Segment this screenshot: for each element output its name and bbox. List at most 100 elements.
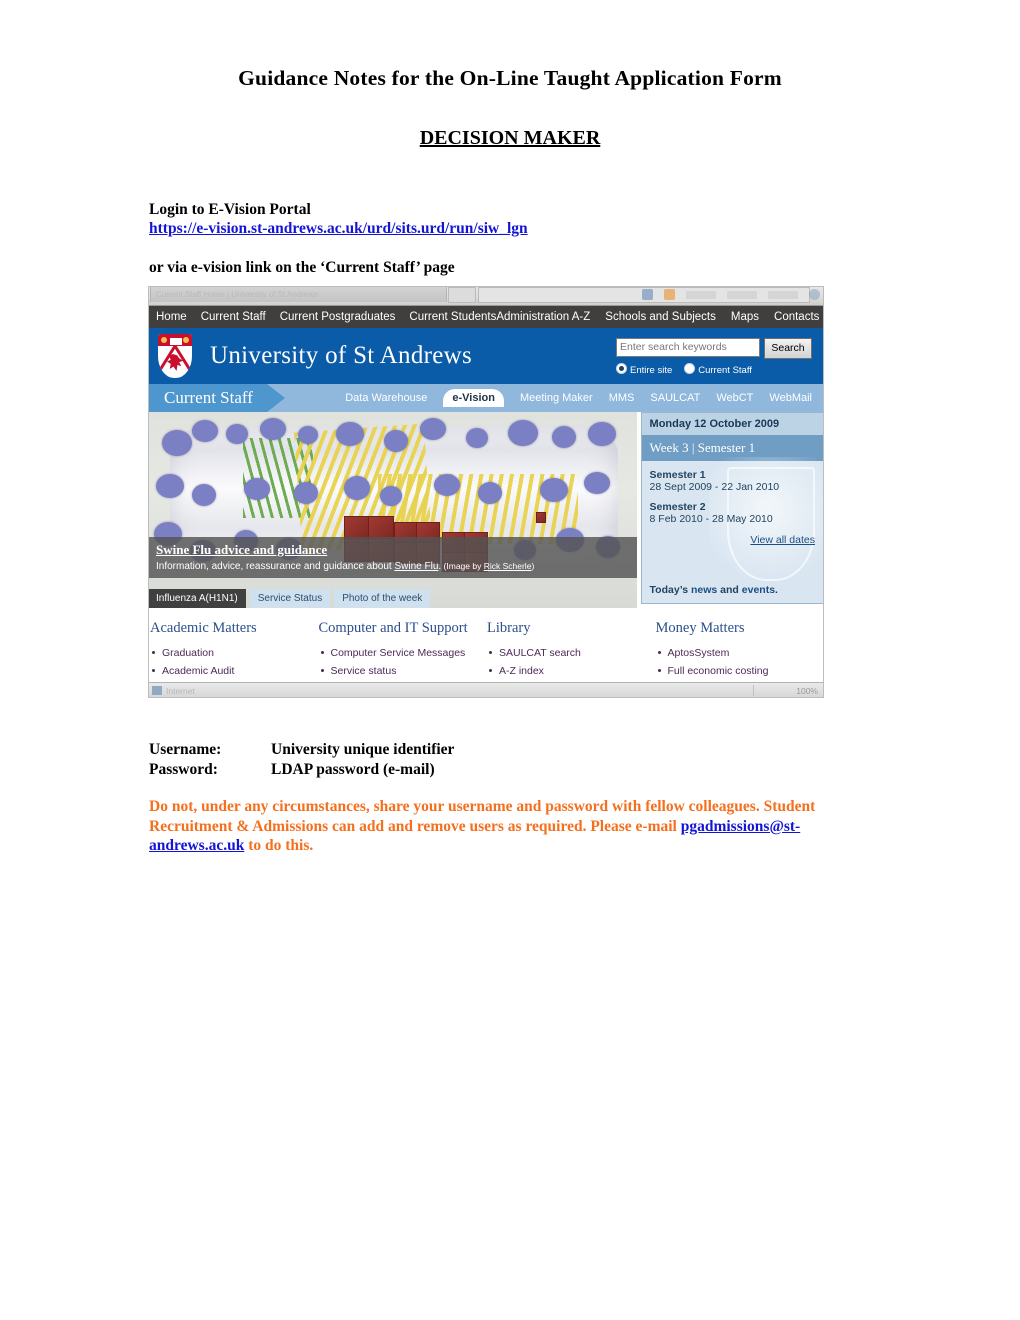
service-link-mms[interactable]: MMS bbox=[609, 392, 635, 404]
current-staff-bar: Current Staff Data Warehouse e-Vision Me… bbox=[148, 384, 824, 412]
credential-row-username: Username: University unique identifier bbox=[149, 740, 454, 760]
credentials-block: Username: University unique identifier P… bbox=[149, 740, 454, 780]
view-all-dates-row: View all dates bbox=[642, 525, 823, 546]
list-item[interactable]: Academic Audit bbox=[150, 665, 319, 677]
search-button[interactable]: Search bbox=[764, 338, 812, 359]
credential-row-password: Password: LDAP password (e-mail) bbox=[149, 760, 454, 780]
university-crest-icon bbox=[158, 334, 192, 378]
red-cube bbox=[536, 512, 546, 523]
nav-item-maps[interactable]: Maps bbox=[731, 311, 759, 323]
help-icon[interactable] bbox=[809, 289, 820, 300]
molecule-blob bbox=[384, 430, 408, 452]
nav-item-administration-a-z[interactable]: Administration A-Z bbox=[496, 311, 590, 323]
molecule-blob bbox=[552, 426, 576, 448]
current-date: Monday 12 October 2009 bbox=[641, 413, 823, 435]
dates-panel: Monday 12 October 2009 Week 3 | Semester… bbox=[640, 412, 824, 604]
events-link[interactable]: events bbox=[742, 584, 775, 596]
hero-credit-before: (Image by bbox=[441, 561, 484, 571]
username-label: Username: bbox=[149, 741, 222, 758]
semester-1-range: 28 Sept 2009 - 22 Jan 2010 bbox=[649, 481, 780, 493]
service-link-webct[interactable]: WebCT bbox=[716, 392, 753, 404]
username-value: University unique identifier bbox=[271, 741, 455, 758]
scope-entire-site[interactable]: Entire site bbox=[616, 363, 672, 376]
molecule-blob bbox=[162, 430, 192, 456]
nav-item-current-staff[interactable]: Current Staff bbox=[201, 311, 266, 323]
hero-tab-influenza[interactable]: Influenza A(H1N1) bbox=[148, 589, 246, 608]
warning-line-1: Do not, under any circumstances, share y… bbox=[149, 798, 760, 815]
search-input[interactable]: Enter search keywords bbox=[616, 338, 760, 357]
list-item[interactable]: Full economic costing bbox=[656, 665, 825, 677]
safety-menu-icon[interactable] bbox=[727, 290, 757, 299]
molecule-blob bbox=[478, 482, 502, 504]
site-masthead: University of St Andrews Enter search ke… bbox=[148, 328, 824, 384]
list-item[interactable]: Graduation bbox=[150, 647, 319, 659]
list-item[interactable]: A-Z index bbox=[487, 665, 656, 677]
hero-headline[interactable]: Swine Flu advice and guidance bbox=[156, 542, 629, 558]
rss-icon[interactable] bbox=[664, 289, 675, 300]
semester-1-block: Semester 1 28 Sept 2009 - 22 Jan 2010 bbox=[642, 461, 823, 493]
page-title: Guidance Notes for the On-Line Taught Ap… bbox=[238, 66, 782, 90]
semester-2-block: Semester 2 8 Feb 2010 - 28 May 2010 bbox=[642, 493, 823, 525]
hero-and-dates-row: Swine Flu advice and guidance Informatio… bbox=[148, 412, 824, 608]
list-item[interactable]: Computer Service Messages bbox=[319, 647, 488, 659]
hero-description: Information, advice, reassurance and gui… bbox=[156, 561, 629, 572]
nav-item-current-postgraduates[interactable]: Current Postgraduates bbox=[280, 311, 396, 323]
nav-item-current-students[interactable]: Current Students bbox=[409, 311, 496, 323]
browser-new-tab-button[interactable] bbox=[448, 287, 476, 303]
molecule-blob bbox=[588, 422, 616, 446]
university-name: University of St Andrews bbox=[210, 342, 473, 369]
molecule-blob bbox=[294, 482, 318, 504]
hero-description-before: Information, advice, reassurance and gui… bbox=[156, 561, 395, 572]
service-link-data-warehouse[interactable]: Data Warehouse bbox=[345, 392, 427, 404]
warning-line-3-tail: to do this. bbox=[244, 837, 314, 854]
tools-menu-icon[interactable] bbox=[768, 290, 798, 299]
facebook-icon[interactable] bbox=[642, 289, 653, 300]
column-heading: Computer and IT Support bbox=[318, 620, 468, 636]
swine-flu-link[interactable]: Swine Flu bbox=[395, 561, 439, 572]
nav-item-contacts[interactable]: Contacts bbox=[774, 311, 819, 323]
semester-2-label: Semester 2 bbox=[649, 501, 706, 513]
molecule-blob bbox=[192, 420, 218, 442]
page-subtitle-text: DECISION MAKER bbox=[419, 127, 601, 149]
today-and: and bbox=[717, 584, 742, 596]
molecule-blob bbox=[380, 486, 402, 506]
molecule-blob bbox=[540, 478, 568, 502]
today-news-events: Today’s news and events. bbox=[650, 584, 778, 596]
list-item[interactable]: AptosSystem bbox=[656, 647, 825, 659]
nav-item-schools-and-subjects[interactable]: Schools and Subjects bbox=[605, 311, 716, 323]
browser-status-bar: Internet 100% bbox=[148, 682, 824, 698]
service-link-webmail[interactable]: WebMail bbox=[769, 392, 812, 404]
molecule-blob bbox=[298, 426, 318, 444]
list-item[interactable]: Service status bbox=[319, 665, 488, 677]
browser-toolbar-icons bbox=[642, 288, 820, 301]
nav-item-home[interactable]: Home bbox=[156, 311, 187, 323]
scope-current-staff[interactable]: Current Staff bbox=[684, 363, 752, 376]
semester-1-label: Semester 1 bbox=[649, 469, 706, 481]
column-heading: Academic Matters bbox=[150, 620, 257, 636]
page-menu-icon[interactable] bbox=[686, 290, 716, 299]
image-credit-link[interactable]: Rick Scherle bbox=[484, 561, 532, 571]
password-label: Password: bbox=[149, 761, 218, 778]
list-item[interactable]: SAULCAT search bbox=[487, 647, 656, 659]
molecule-blob bbox=[336, 422, 364, 446]
zoom-level[interactable]: 100% bbox=[796, 686, 818, 696]
alternative-access-line: or via e-vision link on the ‘Current Sta… bbox=[149, 259, 455, 276]
news-link[interactable]: news bbox=[691, 584, 717, 596]
hero-tab-photo-of-the-week[interactable]: Photo of the week bbox=[334, 589, 431, 608]
hero-banner[interactable]: Swine Flu advice and guidance Informatio… bbox=[148, 412, 637, 608]
hero-tab-service-status[interactable]: Service Status bbox=[249, 589, 331, 608]
search-scope-options: Entire site Current Staff bbox=[616, 363, 812, 376]
internet-zone-icon bbox=[152, 686, 162, 695]
top-nav-left-group: Home Current Staff Current Postgraduates… bbox=[156, 311, 496, 323]
hero-credit-after: ) bbox=[531, 561, 535, 571]
today-prefix: Today’s bbox=[649, 584, 691, 596]
browser-chrome: Current Staff Home | University of St An… bbox=[148, 286, 824, 306]
service-link-e-vision[interactable]: e-Vision bbox=[443, 389, 504, 407]
evision-portal-link[interactable]: https://e-vision.st-andrews.ac.uk/urd/si… bbox=[149, 219, 528, 239]
browser-tab[interactable]: Current Staff Home | University of St An… bbox=[150, 286, 447, 302]
password-value: LDAP password (e-mail) bbox=[271, 761, 435, 778]
document-page: Guidance Notes for the On-Line Taught Ap… bbox=[0, 0, 1020, 1320]
service-link-meeting-maker[interactable]: Meeting Maker bbox=[520, 392, 593, 404]
service-link-saulcat[interactable]: SAULCAT bbox=[650, 392, 700, 404]
view-all-dates-link[interactable]: View all dates bbox=[750, 534, 815, 546]
